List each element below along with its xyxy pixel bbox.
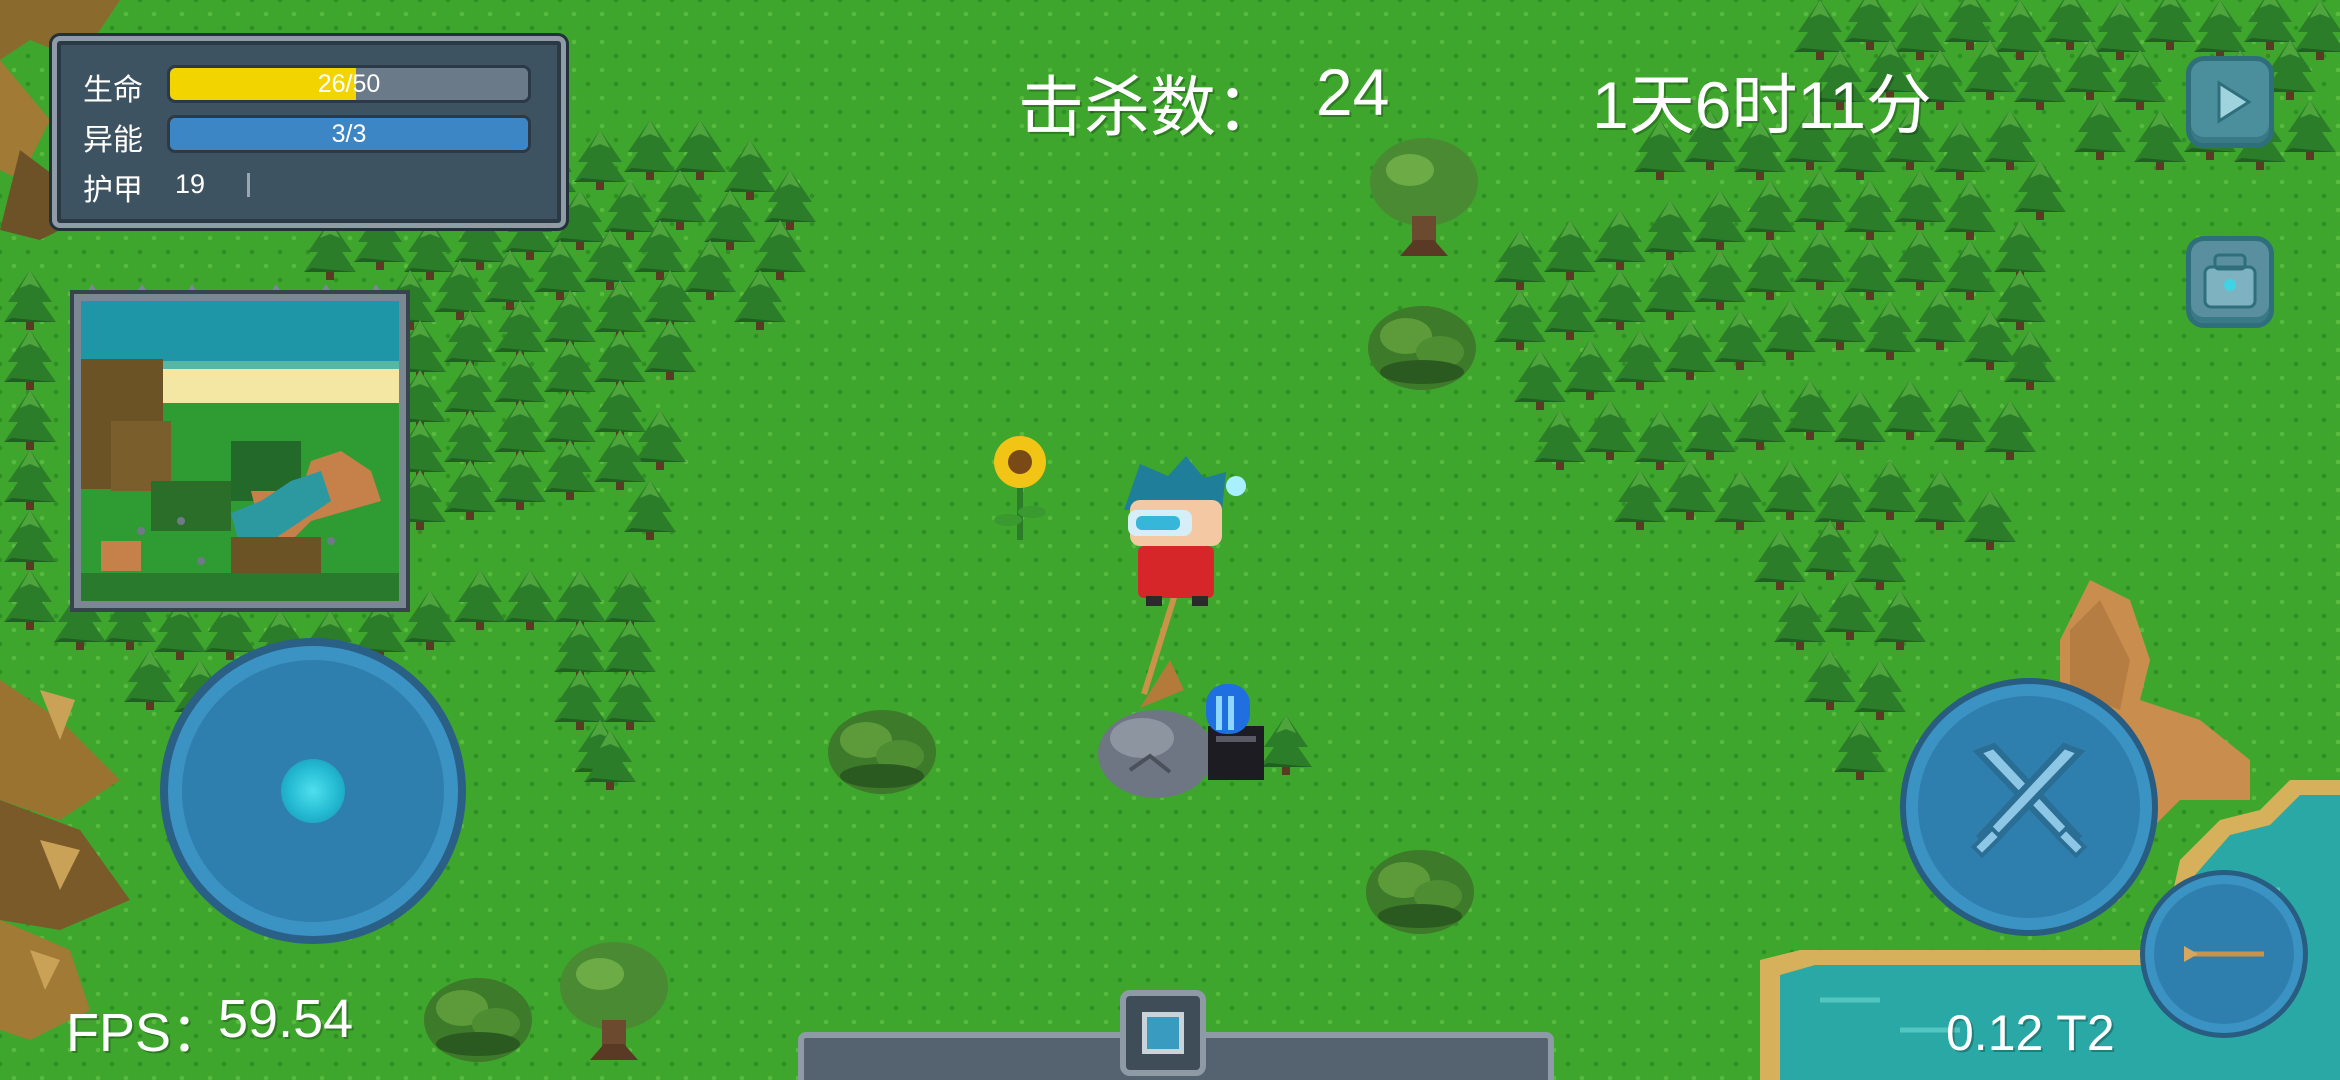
bush [828,710,936,794]
bush [1368,306,1476,390]
player-character [1124,456,1246,606]
energy-row: 异能 3/3 [83,111,553,157]
hp-label: 生命 [83,74,143,107]
fps-label: FPS： [66,1003,226,1063]
inventory-toggle-button[interactable] [1120,990,1206,1076]
backpack-button[interactable] [2186,236,2274,328]
hp-row: 生命 26/50 [83,61,553,107]
blue-beacon[interactable] [1206,684,1264,780]
armor-bar-tick [247,173,250,197]
weapon-switch-button[interactable] [2154,884,2294,1024]
kill-count-label: 击杀数： [1018,70,1282,144]
energy-label: 异能 [83,124,143,157]
play-button[interactable] [2186,56,2274,148]
bush [1366,850,1474,934]
joystick-knob-icon[interactable] [281,759,345,823]
armor-label: 护甲 [83,174,143,207]
hp-text: 26/50 [317,70,381,98]
game-clock: 1天6时11分 [1592,68,1932,142]
movement-joystick[interactable] [182,660,444,922]
status-panel: 生命 26/50 异能 3/3 护甲 19 [52,36,566,228]
spear-icon [2184,946,2264,962]
sunflower[interactable] [994,436,1046,540]
armor-row: 护甲 19 [83,161,553,207]
attack-button[interactable] [1918,696,2140,918]
bush [424,978,532,1062]
game-scene: 生命 26/50 异能 3/3 护甲 19 击杀数： 24 1天6时11分 FP… [0,0,2340,1080]
oak-tree [560,942,668,1060]
rock[interactable] [1098,710,1214,798]
fps-value: 59.54 [218,989,354,1049]
armor-value: 19 [175,169,206,199]
backpack-icon [2203,253,2257,309]
small-pine [1260,715,1312,775]
crossed-swords-icon [1970,742,2088,859]
energy-text: 3/3 [331,120,367,148]
version-label: 0.12 T2 [1946,1005,2115,1061]
gem-icon [1142,1012,1184,1054]
energy-bar: 3/3 [167,115,531,153]
kill-count-value: 24 [1316,55,1390,129]
play-icon [2217,80,2252,124]
oak-tree [1370,138,1478,256]
hp-bar: 26/50 [167,65,531,103]
minimap[interactable] [74,294,406,608]
minimap-terrain [81,301,399,601]
